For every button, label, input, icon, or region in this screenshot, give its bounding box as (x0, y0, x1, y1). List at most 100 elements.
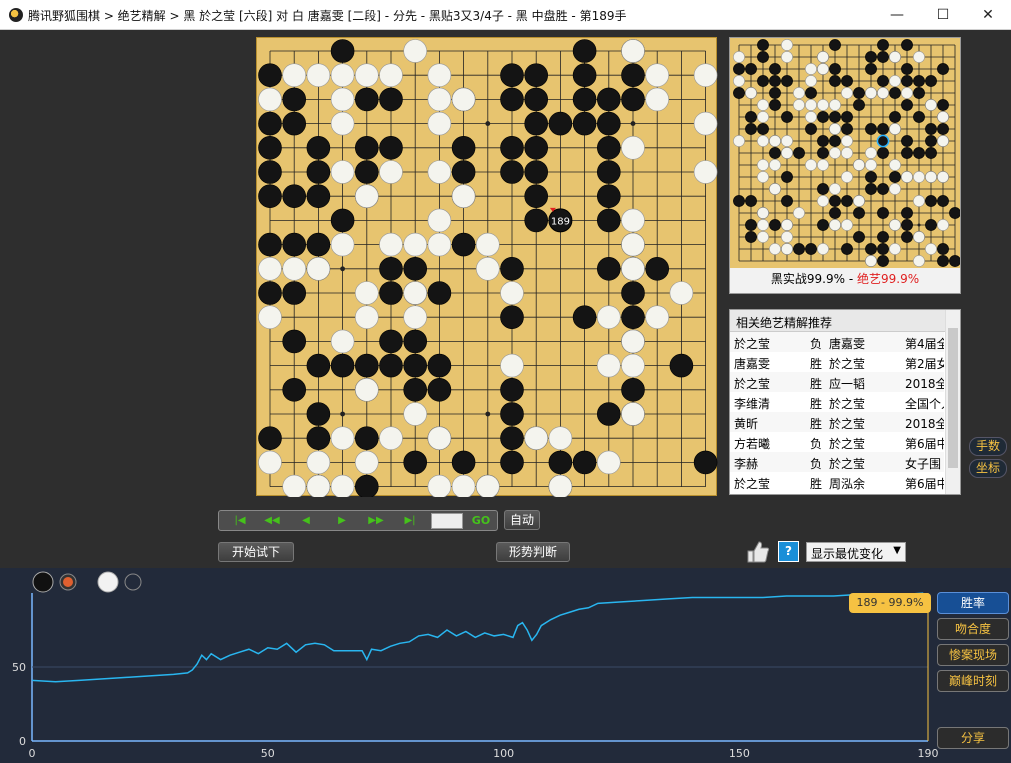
recommend-p1: 於之莹 (734, 337, 771, 351)
peak-moment-tab-button[interactable]: 巅峰时刻 (937, 670, 1009, 692)
black-stone (937, 243, 949, 255)
recommend-row[interactable]: 李赫 负於之莹 女子围 (730, 452, 944, 472)
black-stone (877, 39, 889, 51)
help-icon[interactable]: ? (778, 541, 799, 562)
white-stone (781, 231, 793, 243)
white-stone (427, 426, 452, 451)
black-stone (572, 63, 597, 88)
black-stone (379, 136, 403, 160)
white-stone (757, 99, 769, 111)
white-stone (817, 195, 829, 207)
match-rate-tab-button[interactable]: 吻合度 (937, 618, 1009, 640)
white-stone (282, 63, 307, 88)
white-stone (733, 75, 745, 87)
black-stone (282, 232, 307, 257)
black-stone (817, 111, 829, 123)
go-board-canvas[interactable]: 189 (257, 38, 718, 499)
white-stone (757, 111, 769, 123)
white-stone (621, 136, 645, 160)
last-move-label: 189 (551, 216, 570, 227)
black-stone (500, 63, 524, 88)
winrate-tab-button[interactable]: 胜率 (937, 592, 1009, 614)
black-stone (889, 171, 901, 183)
actual-winrate: 黑实战99.9% (770, 272, 846, 286)
auto-play-button[interactable]: 自动 (504, 510, 540, 530)
ai-preview-panel: 黑实战99.9% - 绝艺99.9% (729, 37, 961, 294)
chevron-down-icon: ▼ (893, 545, 901, 556)
forward-ten-button[interactable]: ▶▶ (361, 513, 391, 528)
scroll-thumb[interactable] (948, 328, 958, 468)
black-stone (769, 75, 781, 87)
white-stone (476, 232, 500, 257)
recommend-row[interactable]: 方若曦 负於之莹 第6届中 (730, 432, 944, 452)
black-stone (925, 219, 937, 231)
black-stone (829, 207, 841, 219)
close-button[interactable]: ✕ (965, 0, 1011, 30)
prev-move-button[interactable]: ◀ (291, 513, 321, 528)
black-stone (733, 195, 745, 207)
recommend-scrollbar[interactable] (945, 310, 960, 494)
white-stone (889, 75, 901, 87)
recommend-row[interactable]: 於之莹 胜应一韬 2018全国 (730, 372, 944, 392)
white-stone (693, 63, 718, 88)
black-stone (829, 135, 841, 147)
last-move-button[interactable]: ▶| (395, 513, 425, 528)
display-mode-select[interactable]: 显示最优变化 ▼ (806, 542, 906, 562)
white-stone (427, 87, 452, 112)
white-stone (427, 111, 452, 136)
white-stone (817, 63, 829, 75)
black-stone (877, 207, 889, 219)
recommend-header: 相关绝艺精解推荐 (730, 310, 960, 332)
minimize-button[interactable]: — (874, 0, 920, 30)
next-move-button[interactable]: ▶ (327, 513, 357, 528)
black-stone (925, 123, 937, 135)
black-stone (621, 63, 645, 88)
black-stone (330, 353, 355, 378)
moves-toggle-button[interactable]: 手数 (969, 437, 1007, 456)
black-stone (865, 171, 877, 183)
black-stone (500, 257, 524, 281)
recommend-row[interactable]: 於之莹 负唐嘉雯 第4届全 (730, 332, 944, 352)
winrate-tooltip: 189 - 99.9% (849, 593, 931, 613)
black-stone (379, 353, 403, 378)
white-stone (757, 171, 769, 183)
black-stone (596, 87, 621, 112)
black-stone (258, 281, 282, 305)
recommend-row[interactable]: 唐嘉雯 胜於之莹 第2届女 (730, 352, 944, 372)
black-stone (500, 305, 524, 330)
situation-judge-button[interactable]: 形势判断 (496, 542, 570, 562)
black-stone (282, 377, 307, 402)
black-stone (572, 450, 597, 475)
black-stone (427, 281, 452, 305)
black-stone (745, 195, 757, 207)
recommend-row[interactable]: 李维清 胜於之莹 全国个人 (730, 392, 944, 412)
thumbs-up-icon[interactable] (745, 540, 771, 564)
black-stone (621, 377, 645, 402)
recommend-rows[interactable]: 於之莹负唐嘉雯第4届全唐嘉雯胜於之莹第2届女於之莹胜应一韬2018全国李维清胜於… (730, 332, 960, 492)
recommend-list[interactable]: 相关绝艺精解推荐 於之莹负唐嘉雯第4届全唐嘉雯胜於之莹第2届女於之莹胜应一韬20… (729, 309, 961, 495)
recommend-p1: 於之莹 (734, 477, 771, 491)
white-stone (500, 281, 524, 305)
go-board[interactable]: 189 (256, 37, 718, 499)
black-stone (841, 243, 853, 255)
blunder-scene-tab-button[interactable]: 惨案现场 (937, 644, 1009, 666)
recommend-row[interactable]: 於之莹 胜周泓余 第6届中 (730, 472, 944, 492)
recommend-row[interactable]: 黄昕 胜於之莹 2018全国 (730, 412, 944, 432)
first-move-button[interactable]: |◀ (225, 513, 255, 528)
share-button[interactable]: 分享 (937, 727, 1009, 749)
black-stone (500, 450, 524, 475)
coords-toggle-button[interactable]: 坐标 (969, 459, 1007, 478)
black-stone (745, 123, 757, 135)
move-number-input[interactable] (431, 513, 463, 529)
black-stone (769, 147, 781, 159)
white-stone (841, 219, 853, 231)
black-stone (901, 219, 913, 231)
go-button[interactable]: GO (467, 512, 495, 529)
black-stone (925, 135, 937, 147)
white-stone (781, 39, 793, 51)
maximize-button[interactable]: ☐ (920, 0, 966, 30)
recommend-p2: 於之莹 (829, 417, 866, 431)
try-play-button[interactable]: 开始试下 (218, 542, 294, 562)
back-ten-button[interactable]: ◀◀ (257, 513, 287, 528)
black-stone (853, 87, 865, 99)
